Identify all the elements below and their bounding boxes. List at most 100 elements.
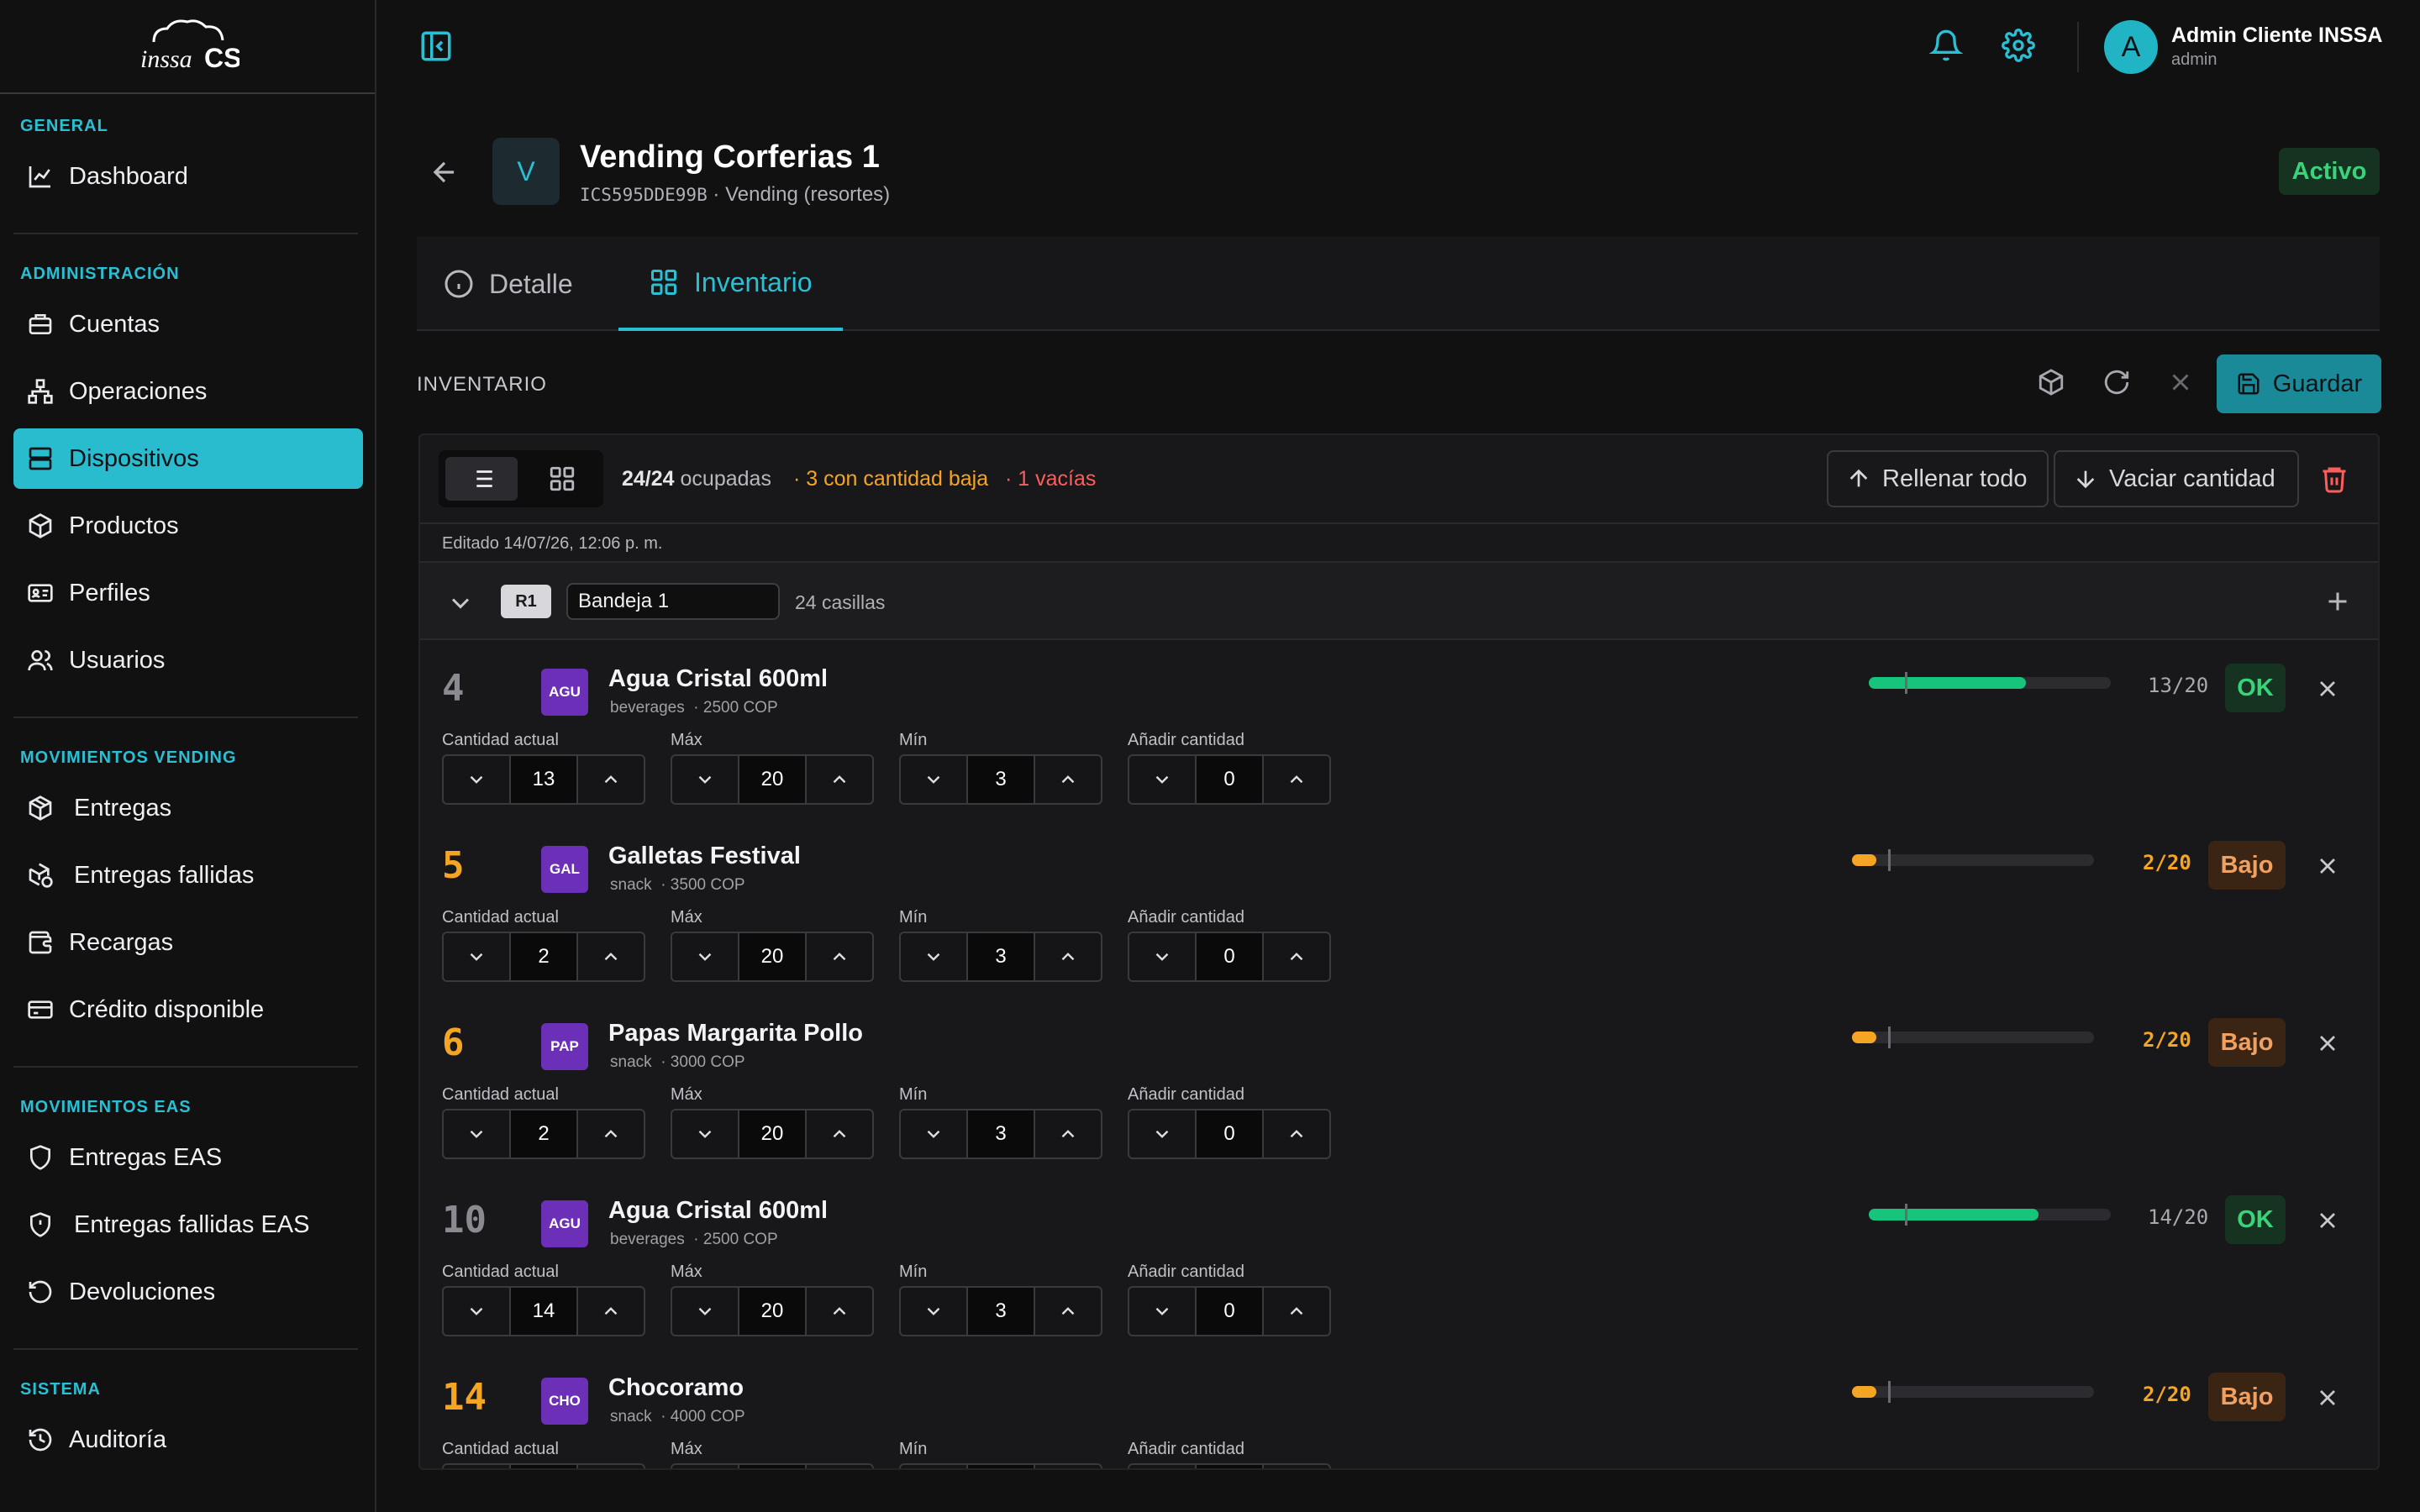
- decrement-button[interactable]: [444, 1465, 511, 1468]
- max-value[interactable]: 20: [739, 1110, 805, 1158]
- sidebar-item-productos[interactable]: Productos: [13, 496, 363, 556]
- min-value[interactable]: [968, 1465, 1034, 1468]
- sidebar-item-entregas-eas[interactable]: Entregas EAS: [13, 1127, 363, 1188]
- remove-slot-icon[interactable]: [2314, 675, 2341, 702]
- sidebar-item-entregas-fallidas[interactable]: Entregas fallidas: [13, 845, 363, 906]
- increment-button[interactable]: [1034, 1465, 1101, 1468]
- decrement-button[interactable]: [901, 1110, 968, 1158]
- tab-inventario[interactable]: Inventario: [618, 237, 843, 331]
- add-value[interactable]: 0: [1197, 1288, 1262, 1335]
- current-value[interactable]: 13: [511, 756, 576, 803]
- decrement-button[interactable]: [672, 756, 739, 803]
- chevron-down-icon[interactable]: [445, 588, 476, 618]
- user-name[interactable]: Admin Cliente INSSA: [2171, 24, 2382, 48]
- trash-icon[interactable]: [2319, 464, 2349, 494]
- add-value[interactable]: 0: [1197, 756, 1262, 803]
- sidebar-item-credito-disponible[interactable]: Crédito disponible: [13, 979, 363, 1040]
- increment-button[interactable]: [1034, 756, 1101, 803]
- sidebar-item-operaciones[interactable]: Operaciones: [13, 361, 363, 422]
- tab-detalle[interactable]: Detalle: [444, 237, 573, 331]
- decrement-button[interactable]: [901, 933, 968, 980]
- refresh-icon[interactable]: [2102, 368, 2131, 396]
- add-value[interactable]: [1197, 1465, 1262, 1468]
- fill-all-button[interactable]: Rellenar todo: [1827, 450, 2049, 507]
- increment-button[interactable]: [1034, 933, 1101, 980]
- close-icon[interactable]: [2166, 368, 2195, 396]
- max-value[interactable]: 20: [739, 933, 805, 980]
- decrement-button[interactable]: [1129, 933, 1197, 980]
- sidebar-item-entregas-fallidas-eas[interactable]: Entregas fallidas EAS: [13, 1194, 363, 1255]
- increment-button[interactable]: [1262, 1110, 1329, 1158]
- sidebar-toggle-icon[interactable]: [418, 29, 454, 64]
- increment-button[interactable]: [1034, 1288, 1101, 1335]
- increment-button[interactable]: [805, 1288, 872, 1335]
- increment-button[interactable]: [1262, 756, 1329, 803]
- increment-button[interactable]: [805, 756, 872, 803]
- avatar[interactable]: A: [2104, 20, 2158, 74]
- decrement-button[interactable]: [1129, 1110, 1197, 1158]
- min-value[interactable]: 3: [968, 933, 1034, 980]
- max-value[interactable]: [739, 1465, 805, 1468]
- sidebar-item-recargas[interactable]: Recargas: [13, 912, 363, 973]
- sidebar-item-perfiles[interactable]: Perfiles: [13, 563, 363, 623]
- current-value[interactable]: 2: [511, 933, 576, 980]
- remove-slot-icon[interactable]: [2314, 1030, 2341, 1057]
- min-value[interactable]: 3: [968, 756, 1034, 803]
- remove-slot-icon[interactable]: [2314, 853, 2341, 879]
- cube-icon[interactable]: [2037, 368, 2065, 396]
- decrement-button[interactable]: [672, 1465, 739, 1468]
- sidebar-item-cuentas[interactable]: Cuentas: [13, 294, 363, 354]
- decrement-button[interactable]: [672, 1110, 739, 1158]
- min-value[interactable]: 3: [968, 1288, 1034, 1335]
- max-value[interactable]: 20: [739, 1288, 805, 1335]
- plus-icon[interactable]: [2323, 586, 2353, 617]
- increment-button[interactable]: [576, 933, 644, 980]
- add-value[interactable]: 0: [1197, 1110, 1262, 1158]
- decrement-button[interactable]: [1129, 1465, 1197, 1468]
- decrement-button[interactable]: [901, 1288, 968, 1335]
- sidebar-item-usuarios[interactable]: Usuarios: [13, 630, 363, 690]
- sidebar-item-dispositivos[interactable]: Dispositivos: [13, 428, 363, 489]
- decrement-button[interactable]: [672, 933, 739, 980]
- sidebar-item-entregas[interactable]: Entregas: [13, 778, 363, 838]
- increment-button[interactable]: [805, 1110, 872, 1158]
- decrement-button[interactable]: [672, 1288, 739, 1335]
- decrement-button[interactable]: [901, 756, 968, 803]
- decrement-button[interactable]: [444, 1288, 511, 1335]
- current-value[interactable]: 2: [511, 1110, 576, 1158]
- max-value[interactable]: 20: [739, 756, 805, 803]
- increment-button[interactable]: [576, 1465, 644, 1468]
- decrement-button[interactable]: [1129, 1288, 1197, 1335]
- logo[interactable]: inssa CS: [0, 0, 375, 94]
- min-value[interactable]: 3: [968, 1110, 1034, 1158]
- increment-button[interactable]: [1262, 1465, 1329, 1468]
- tray-name-input[interactable]: [566, 583, 780, 620]
- save-button[interactable]: Guardar: [2217, 354, 2381, 413]
- increment-button[interactable]: [805, 933, 872, 980]
- list-view-button[interactable]: [445, 457, 518, 501]
- decrement-button[interactable]: [1129, 756, 1197, 803]
- grid-view-button[interactable]: [526, 457, 598, 501]
- increment-button[interactable]: [1262, 933, 1329, 980]
- decrement-button[interactable]: [444, 933, 511, 980]
- sidebar-item-dashboard[interactable]: Dashboard: [13, 146, 363, 207]
- sidebar-item-devoluciones[interactable]: Devoluciones: [13, 1262, 363, 1322]
- increment-button[interactable]: [576, 756, 644, 803]
- increment-button[interactable]: [576, 1288, 644, 1335]
- back-arrow-icon[interactable]: [429, 156, 460, 188]
- bell-icon[interactable]: [1929, 29, 1963, 62]
- increment-button[interactable]: [1034, 1110, 1101, 1158]
- current-value[interactable]: [511, 1465, 576, 1468]
- increment-button[interactable]: [1262, 1288, 1329, 1335]
- increment-button[interactable]: [576, 1110, 644, 1158]
- add-value[interactable]: 0: [1197, 933, 1262, 980]
- decrement-button[interactable]: [444, 1110, 511, 1158]
- remove-slot-icon[interactable]: [2314, 1207, 2341, 1234]
- increment-button[interactable]: [805, 1465, 872, 1468]
- remove-slot-icon[interactable]: [2314, 1384, 2341, 1411]
- sidebar-item-auditoria[interactable]: Auditoría: [13, 1410, 363, 1470]
- gear-icon[interactable]: [2002, 29, 2035, 62]
- decrement-button[interactable]: [901, 1465, 968, 1468]
- empty-quantity-button[interactable]: Vaciar cantidad: [2054, 450, 2299, 507]
- decrement-button[interactable]: [444, 756, 511, 803]
